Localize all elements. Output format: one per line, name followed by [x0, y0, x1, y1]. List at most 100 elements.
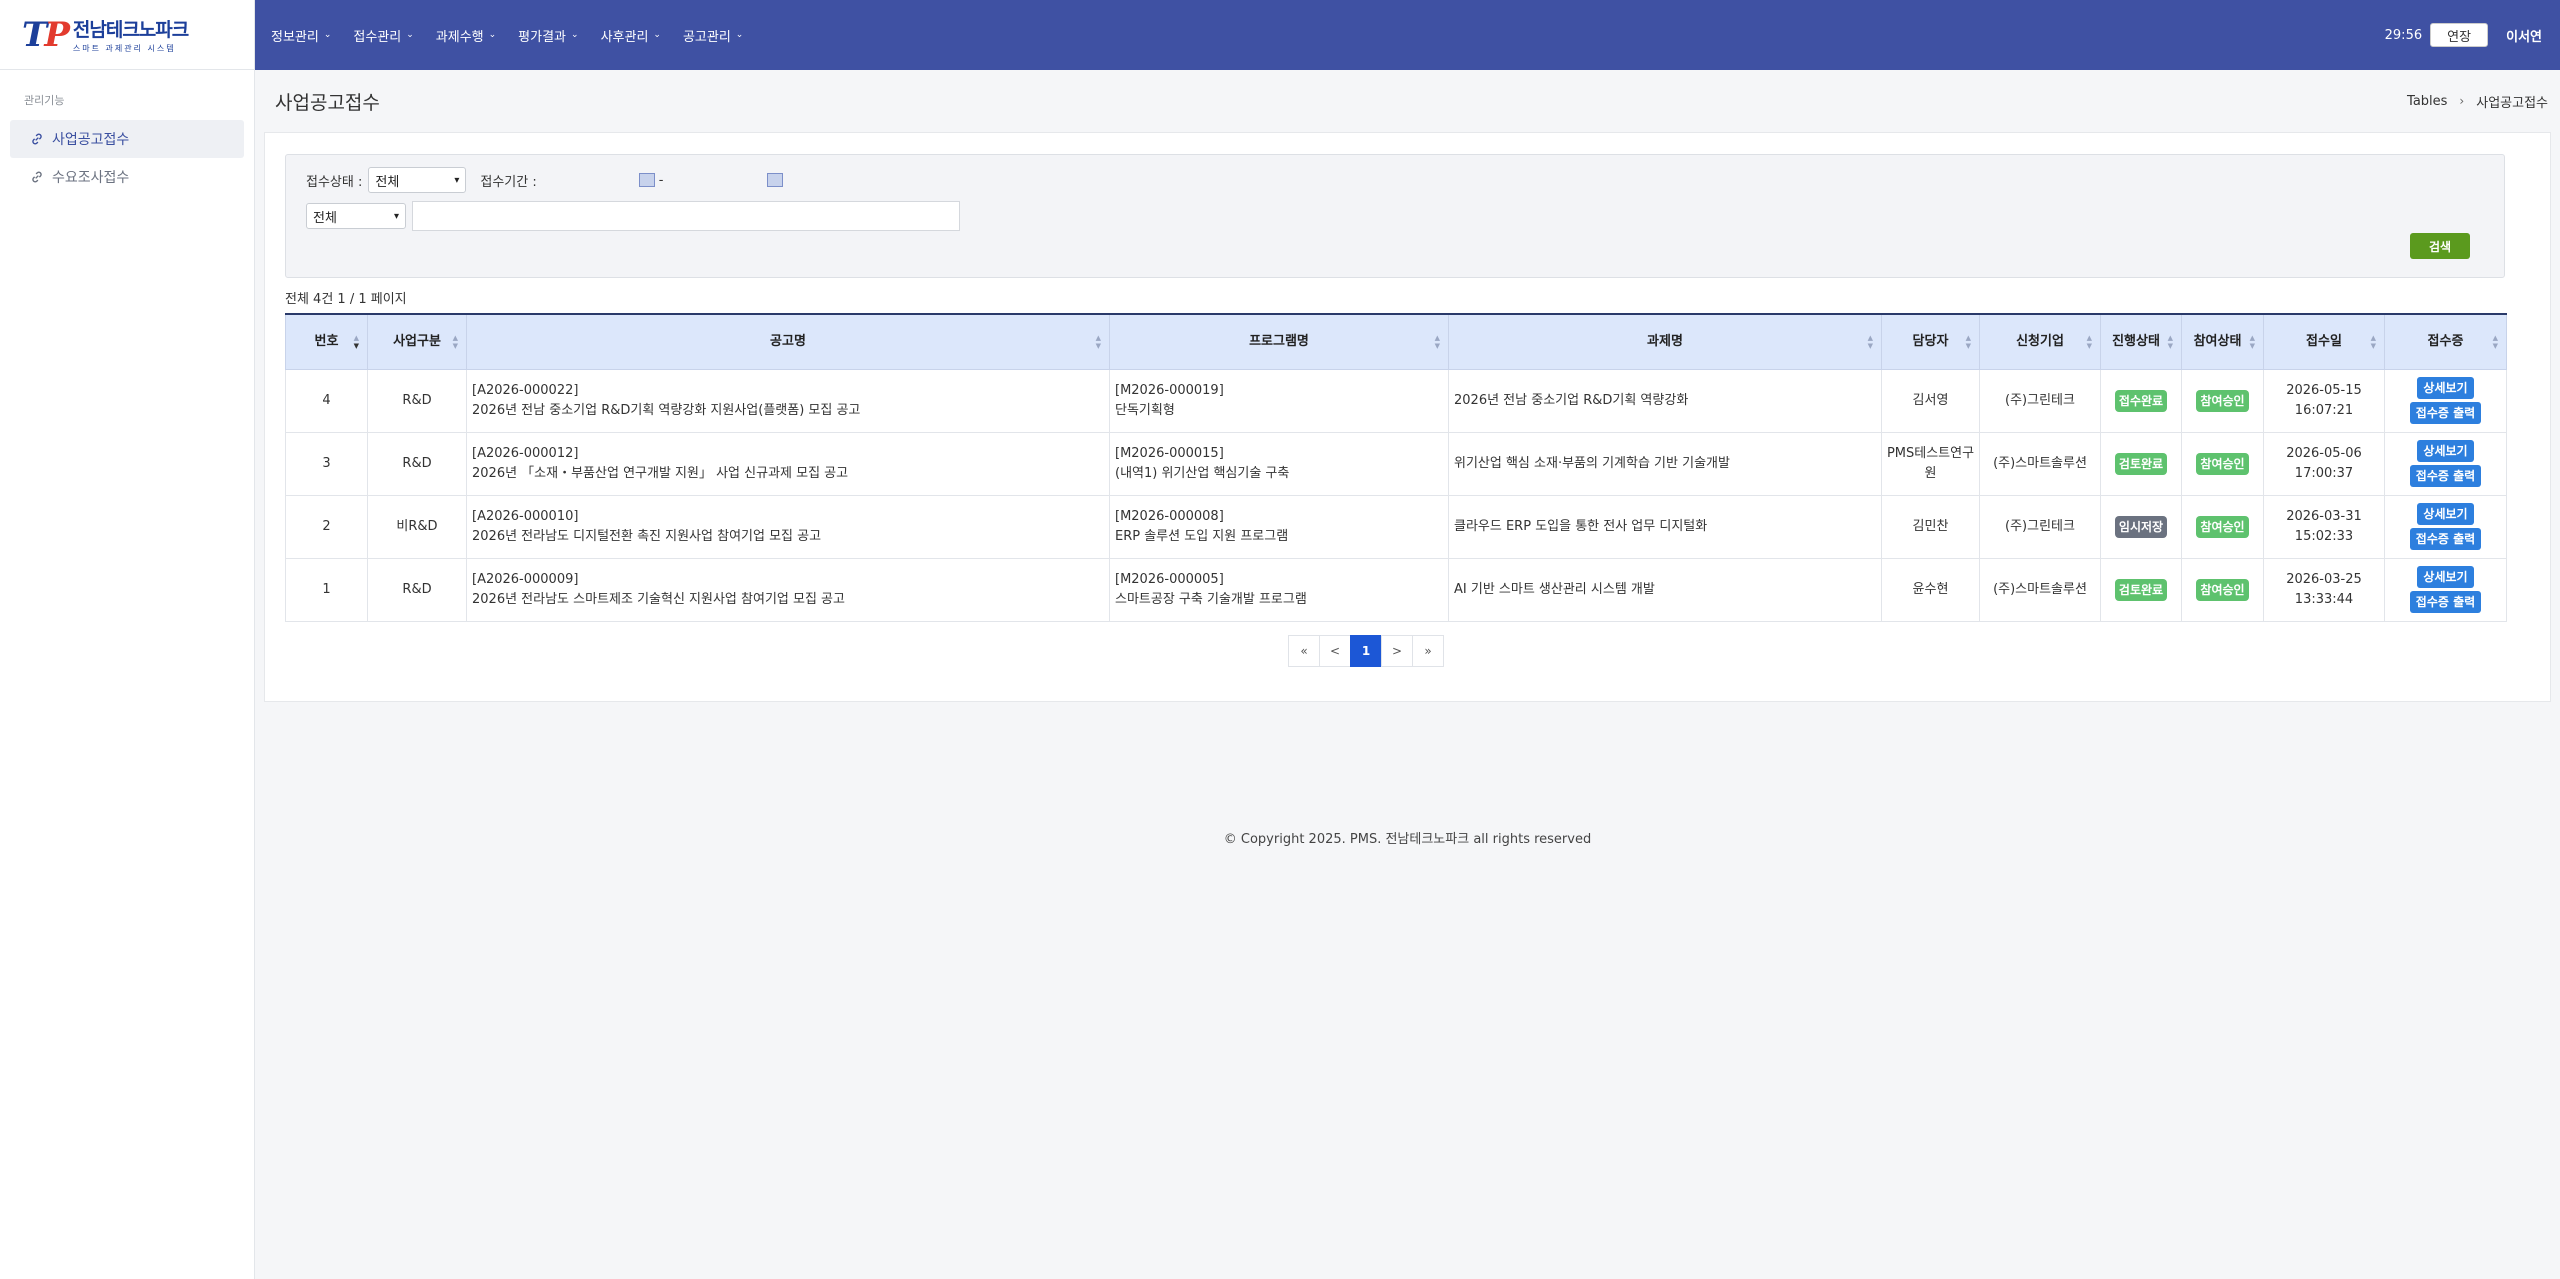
sort-icon: ▲ ▼	[1965, 333, 1971, 350]
sidebar-item-demand-survey[interactable]: 수요조사접수	[10, 158, 244, 196]
menu-evaluation-results[interactable]: 평가결과 ⌄	[518, 26, 578, 45]
cell-task: 2026년 전남 중소기업 R&D기획 역량강화	[1448, 368, 1882, 433]
cell-manager: 김서영	[1881, 368, 1980, 433]
column-header-progress[interactable]: 진행상태 ▲ ▼	[2100, 313, 2182, 370]
cell-company: (주)그린테크	[1979, 494, 2101, 559]
detail-button[interactable]: 상세보기	[2417, 377, 2474, 399]
search-panel: 접수상태 : 전체 ▾ 접수기간 : - 전체 ▾ 검색	[285, 154, 2505, 278]
print-receipt-button[interactable]: 접수증 출력	[2409, 402, 2482, 424]
sort-icon: ▲ ▼	[2167, 333, 2173, 350]
sidebar-item-label: 수요조사접수	[52, 170, 130, 186]
cell-program: [M2026-000008] ERP 솔루션 도입 지원 프로그램	[1109, 494, 1449, 559]
cell-manager: PMS테스트연구원	[1881, 431, 1980, 496]
calendar-icon[interactable]	[638, 173, 655, 187]
end-date-input[interactable]	[667, 167, 768, 193]
reception-table: 번호 ▲ ▼ 사업구분 ▲ ▼ 공고명 ▲ ▼ 프로그램명 ▲ ▼ 과제명 ▲ ▼ 담당자 ▲ ▼ 신청…	[285, 313, 2507, 622]
page-first-button[interactable]: «	[1288, 635, 1320, 667]
column-header-date[interactable]: 접수일 ▲ ▼	[2263, 313, 2385, 370]
cell-type: R&D	[367, 431, 467, 496]
table-row: 3 R&D [A2026-000012] 2026년 「소재・부품산업 연구개발 …	[285, 431, 2507, 496]
sort-icon: ▲ ▼	[353, 333, 359, 350]
cell-no: 4	[285, 368, 368, 433]
result-summary: 전체 4건 1 / 1 페이지	[285, 292, 407, 307]
print-receipt-button[interactable]: 접수증 출력	[2409, 528, 2482, 550]
menu-follow-up-management[interactable]: 사후관리 ⌄	[601, 26, 661, 45]
keyword-input[interactable]	[412, 201, 960, 231]
user-name[interactable]: 이서연	[2506, 26, 2542, 45]
chevron-down-icon: ▾	[454, 174, 460, 186]
page-next-button[interactable]: >	[1381, 635, 1413, 667]
cell-no: 3	[285, 431, 368, 496]
sidebar-item-business-notice[interactable]: 사업공고접수	[10, 120, 244, 158]
search-field-select[interactable]: 전체 ▾	[306, 203, 406, 229]
status-filter-label: 접수상태 :	[306, 174, 363, 190]
cell-notice[interactable]: [A2026-000022] 2026년 전남 중소기업 R&D기획 역량강화 지…	[466, 368, 1110, 433]
column-header-company[interactable]: 신청기업 ▲ ▼	[1979, 313, 2101, 370]
progress-status-badge: 접수완료	[2114, 389, 2168, 412]
cell-no: 1	[285, 557, 368, 622]
search-button[interactable]: 검색	[2410, 233, 2470, 259]
column-header-notice[interactable]: 공고명 ▲ ▼	[466, 313, 1110, 370]
chevron-down-icon: ⌄	[323, 30, 332, 40]
link-icon	[32, 171, 42, 183]
cell-task: 위기산업 핵심 소재·부품의 기계학습 기반 기술개발	[1448, 431, 1882, 496]
cell-program: [M2026-000019] 단독기획형	[1109, 368, 1449, 433]
footer-copyright: © Copyright 2025. PMS. 전남테크노파크 all right…	[1223, 832, 1592, 847]
sort-icon: ▲ ▼	[2370, 333, 2376, 350]
cell-no: 2	[285, 494, 368, 559]
top-navbar: 정보관리 ⌄ 접수관리 ⌄ 과제수행 ⌄ 평가결과 ⌄ 사후관리 ⌄ 공고관리 ⌄ 29:5…	[255, 0, 2560, 70]
column-header-receipt[interactable]: 접수증 ▲ ▼	[2384, 313, 2507, 370]
link-icon	[32, 133, 42, 145]
cell-type: R&D	[367, 368, 467, 433]
menu-notice-management[interactable]: 공고관리 ⌄	[683, 26, 743, 45]
progress-status-badge: 검토완료	[2114, 452, 2168, 475]
menu-info-management[interactable]: 정보관리 ⌄	[271, 26, 331, 45]
cell-notice[interactable]: [A2026-000009] 2026년 전라남도 스마트제조 기술혁신 지원사업…	[466, 557, 1110, 622]
cell-date: 2026-03-31 15:02:33	[2263, 494, 2385, 559]
table-row: 2 비R&D [A2026-000010] 2026년 전라남도 디지털전환 촉진…	[285, 494, 2507, 559]
detail-button[interactable]: 상세보기	[2417, 566, 2474, 588]
cell-notice[interactable]: [A2026-000012] 2026년 「소재・부품산업 연구개발 지원」 사업…	[466, 431, 1110, 496]
menu-reception-management[interactable]: 접수관리 ⌄	[353, 26, 413, 45]
page-1-button[interactable]: 1	[1350, 635, 1382, 667]
main-content: 사업공고접수 Tables › 사업공고접수 접수상태 : 전체 ▾ 접수기간 …	[255, 70, 2560, 1279]
cell-program: [M2026-000005] 스마트공장 구축 기술개발 프로그램	[1109, 557, 1449, 622]
start-date-input[interactable]	[538, 167, 639, 193]
page-last-button[interactable]: »	[1412, 635, 1444, 667]
detail-button[interactable]: 상세보기	[2417, 503, 2474, 525]
cell-task: AI 기반 스마트 생산관리 시스템 개발	[1448, 557, 1882, 622]
cell-notice[interactable]: [A2026-000010] 2026년 전라남도 디지털전환 촉진 지원사업 참…	[466, 494, 1110, 559]
sidebar-item-label: 사업공고접수	[52, 132, 130, 148]
column-header-task[interactable]: 과제명 ▲ ▼	[1448, 313, 1882, 370]
page-prev-button[interactable]: <	[1319, 635, 1351, 667]
content-card: 접수상태 : 전체 ▾ 접수기간 : - 전체 ▾ 검색 전체 4건 1 / 1…	[264, 132, 2551, 702]
detail-button[interactable]: 상세보기	[2417, 440, 2474, 462]
column-header-program[interactable]: 프로그램명 ▲ ▼	[1109, 313, 1449, 370]
chevron-down-icon: ⌄	[406, 30, 414, 40]
menu-task-execution[interactable]: 과제수행 ⌄	[436, 26, 496, 45]
participation-status-badge: 참여승인	[2196, 389, 2249, 412]
breadcrumb-current: 사업공고접수	[2476, 95, 2548, 111]
participation-status-badge: 참여승인	[2196, 578, 2249, 601]
brand-logo[interactable]: TP 전남테크노파크 스마트 과제관리 시스템	[0, 0, 254, 70]
column-header-type[interactable]: 사업구분 ▲ ▼	[367, 313, 467, 370]
print-receipt-button[interactable]: 접수증 출력	[2409, 465, 2482, 487]
column-header-no[interactable]: 번호 ▲ ▼	[285, 313, 368, 370]
cell-company: (주)그린테크	[1979, 368, 2101, 433]
sort-icon: ▲ ▼	[2249, 333, 2255, 350]
column-header-manager[interactable]: 담당자 ▲ ▼	[1881, 313, 1980, 370]
chevron-down-icon: ⌄	[488, 30, 497, 40]
breadcrumb-tables[interactable]: Tables	[2407, 94, 2447, 109]
cell-company: (주)스마트솔루션	[1979, 557, 2101, 622]
status-filter-select[interactable]: 전체 ▾	[368, 167, 467, 193]
calendar-icon[interactable]	[767, 173, 784, 187]
page-title: 사업공고접수	[275, 91, 380, 114]
column-header-participation[interactable]: 참여상태 ▲ ▼	[2181, 313, 2264, 370]
extend-session-button[interactable]: 연장	[2430, 23, 2489, 47]
participation-status-badge: 참여승인	[2196, 452, 2249, 475]
sort-icon: ▲ ▼	[1095, 333, 1101, 350]
print-receipt-button[interactable]: 접수증 출력	[2409, 591, 2482, 613]
chevron-down-icon: ⌄	[653, 30, 661, 40]
brand-subtitle: 스마트 과제관리 시스템	[72, 44, 176, 53]
sidebar: TP 전남테크노파크 스마트 과제관리 시스템 관리기능 사업공고접수 수요조사…	[0, 0, 255, 1279]
